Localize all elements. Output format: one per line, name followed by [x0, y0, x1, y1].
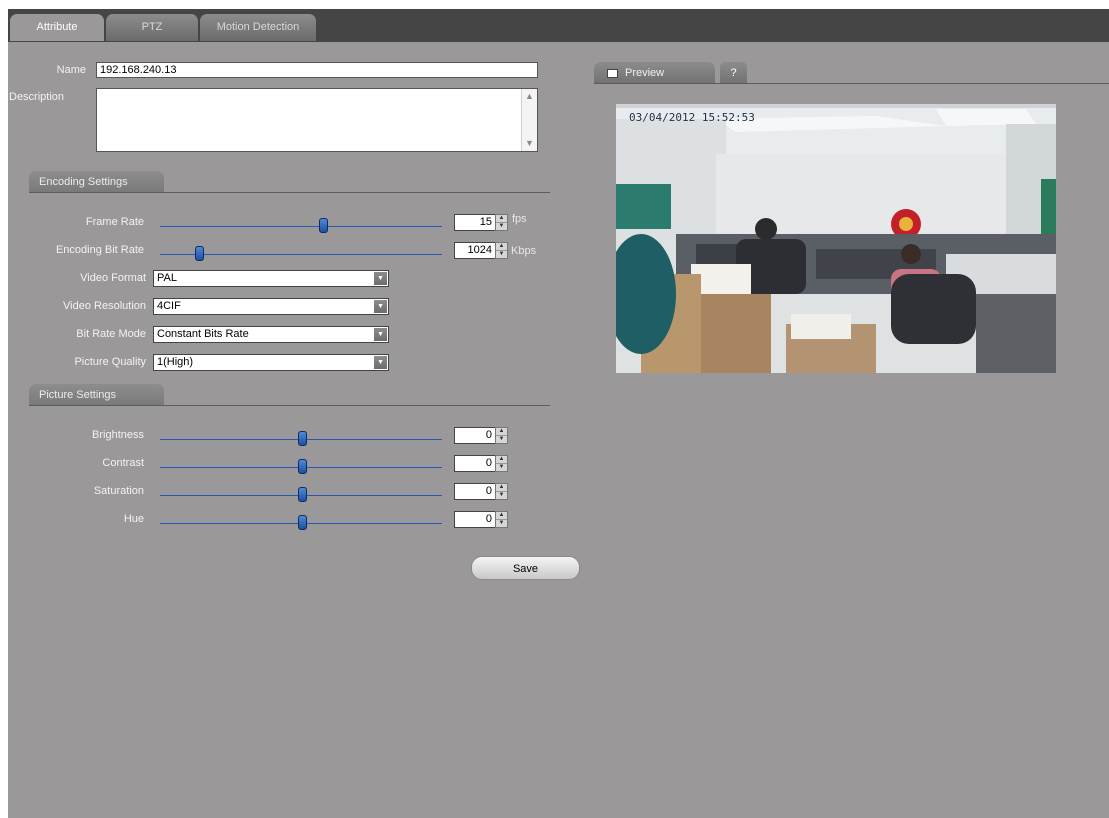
video-resolution-label: Video Resolution: [63, 300, 146, 312]
spin-up-icon[interactable]: ▲: [496, 243, 507, 251]
bit-rate-value[interactable]: 1024: [454, 242, 496, 259]
saturation-slider-thumb[interactable]: [298, 487, 307, 502]
scroll-down-icon[interactable]: ▼: [523, 137, 536, 150]
video-resolution-select[interactable]: 4CIF ▼: [153, 298, 389, 315]
picture-quality-select[interactable]: 1(High) ▼: [153, 354, 389, 371]
contrast-slider-thumb[interactable]: [298, 459, 307, 474]
saturation-stepper[interactable]: ▲ ▼: [495, 483, 508, 500]
hue-slider-thumb[interactable]: [298, 515, 307, 530]
bit-rate-stepper[interactable]: ▲ ▼: [495, 242, 508, 259]
contrast-stepper[interactable]: ▲ ▼: [495, 455, 508, 472]
video-format-label: Video Format: [80, 272, 146, 284]
preview-checkbox[interactable]: [607, 69, 618, 78]
hue-spinner[interactable]: 0 ▲ ▼: [454, 511, 510, 528]
spin-up-icon[interactable]: ▲: [496, 428, 507, 436]
video-resolution-value: 4CIF: [157, 300, 181, 312]
main-panel: Attribute PTZ Motion Detection Name 192.…: [8, 9, 1109, 818]
chevron-down-icon[interactable]: ▼: [374, 328, 387, 341]
saturation-value[interactable]: 0: [454, 483, 496, 500]
spin-down-icon[interactable]: ▼: [496, 436, 507, 443]
bit-rate-slider-thumb[interactable]: [195, 246, 204, 261]
spin-up-icon[interactable]: ▲: [496, 512, 507, 520]
brightness-spinner[interactable]: 0 ▲ ▼: [454, 427, 510, 444]
preview-label: Preview: [625, 67, 665, 79]
chevron-down-icon[interactable]: ▼: [374, 272, 387, 285]
bit-rate-mode-select[interactable]: Constant Bits Rate ▼: [153, 326, 389, 343]
chevron-down-icon[interactable]: ▼: [374, 356, 387, 369]
video-format-value: PAL: [157, 272, 177, 284]
contrast-spinner[interactable]: 0 ▲ ▼: [454, 455, 510, 472]
description-label: Description: [9, 91, 65, 103]
tab-motion-detection[interactable]: Motion Detection: [200, 14, 316, 41]
chevron-down-icon[interactable]: ▼: [374, 300, 387, 313]
osd-timestamp: 03/04/2012 15:52:53: [629, 111, 755, 124]
saturation-spinner[interactable]: 0 ▲ ▼: [454, 483, 510, 500]
video-format-select[interactable]: PAL ▼: [153, 270, 389, 287]
spin-down-icon[interactable]: ▼: [496, 223, 507, 230]
picture-quality-label: Picture Quality: [74, 356, 146, 368]
bit-rate-spinner[interactable]: 1024 ▲ ▼: [454, 242, 510, 259]
video-preview: 03/04/2012 15:52:53: [616, 104, 1056, 373]
bit-rate-mode-label: Bit Rate Mode: [76, 328, 146, 340]
preview-tab[interactable]: Preview: [594, 62, 715, 84]
contrast-label: Contrast: [102, 457, 144, 469]
frame-rate-unit: fps: [512, 213, 527, 225]
preview-divider: [594, 83, 1109, 84]
description-textarea[interactable]: ▲ ▼: [96, 88, 538, 152]
picture-quality-value: 1(High): [157, 356, 194, 368]
frame-rate-spinner[interactable]: 15 ▲ ▼: [454, 214, 510, 231]
encoding-settings-header: Encoding Settings: [29, 171, 164, 193]
spin-up-icon[interactable]: ▲: [496, 456, 507, 464]
brightness-value[interactable]: 0: [454, 427, 496, 444]
spin-down-icon[interactable]: ▼: [496, 464, 507, 471]
section-divider: [29, 192, 550, 193]
help-button[interactable]: ?: [720, 62, 747, 84]
name-input[interactable]: 192.168.240.13: [96, 62, 538, 78]
frame-rate-label: Frame Rate: [85, 216, 144, 228]
spin-down-icon[interactable]: ▼: [496, 492, 507, 499]
frame-rate-slider[interactable]: [160, 226, 442, 227]
brightness-stepper[interactable]: ▲ ▼: [495, 427, 508, 444]
description-scrollbar[interactable]: ▲ ▼: [521, 89, 537, 151]
brightness-slider-thumb[interactable]: [298, 431, 307, 446]
hue-label: Hue: [123, 513, 144, 525]
camera-scene-image: [616, 104, 1056, 373]
bit-rate-mode-value: Constant Bits Rate: [157, 328, 249, 340]
frame-rate-stepper[interactable]: ▲ ▼: [495, 214, 508, 231]
bit-rate-unit: Kbps: [511, 245, 537, 257]
spin-down-icon[interactable]: ▼: [496, 520, 507, 527]
name-label: Name: [56, 64, 86, 76]
section-divider: [29, 405, 550, 406]
bit-rate-label: Encoding Bit Rate: [55, 244, 144, 256]
hue-value[interactable]: 0: [454, 511, 496, 528]
scroll-up-icon[interactable]: ▲: [523, 90, 536, 103]
frame-rate-slider-thumb[interactable]: [319, 218, 328, 233]
spin-up-icon[interactable]: ▲: [496, 215, 507, 223]
hue-stepper[interactable]: ▲ ▼: [495, 511, 508, 528]
contrast-value[interactable]: 0: [454, 455, 496, 472]
tab-attribute[interactable]: Attribute: [10, 14, 104, 41]
save-button[interactable]: Save: [471, 556, 580, 580]
brightness-label: Brightness: [92, 429, 144, 441]
spin-down-icon[interactable]: ▼: [496, 251, 507, 258]
tab-bar: Attribute PTZ Motion Detection: [8, 9, 1109, 42]
tab-ptz[interactable]: PTZ: [106, 14, 198, 41]
frame-rate-value[interactable]: 15: [454, 214, 496, 231]
saturation-label: Saturation: [93, 485, 144, 497]
spin-up-icon[interactable]: ▲: [496, 484, 507, 492]
picture-settings-header: Picture Settings: [29, 384, 164, 406]
